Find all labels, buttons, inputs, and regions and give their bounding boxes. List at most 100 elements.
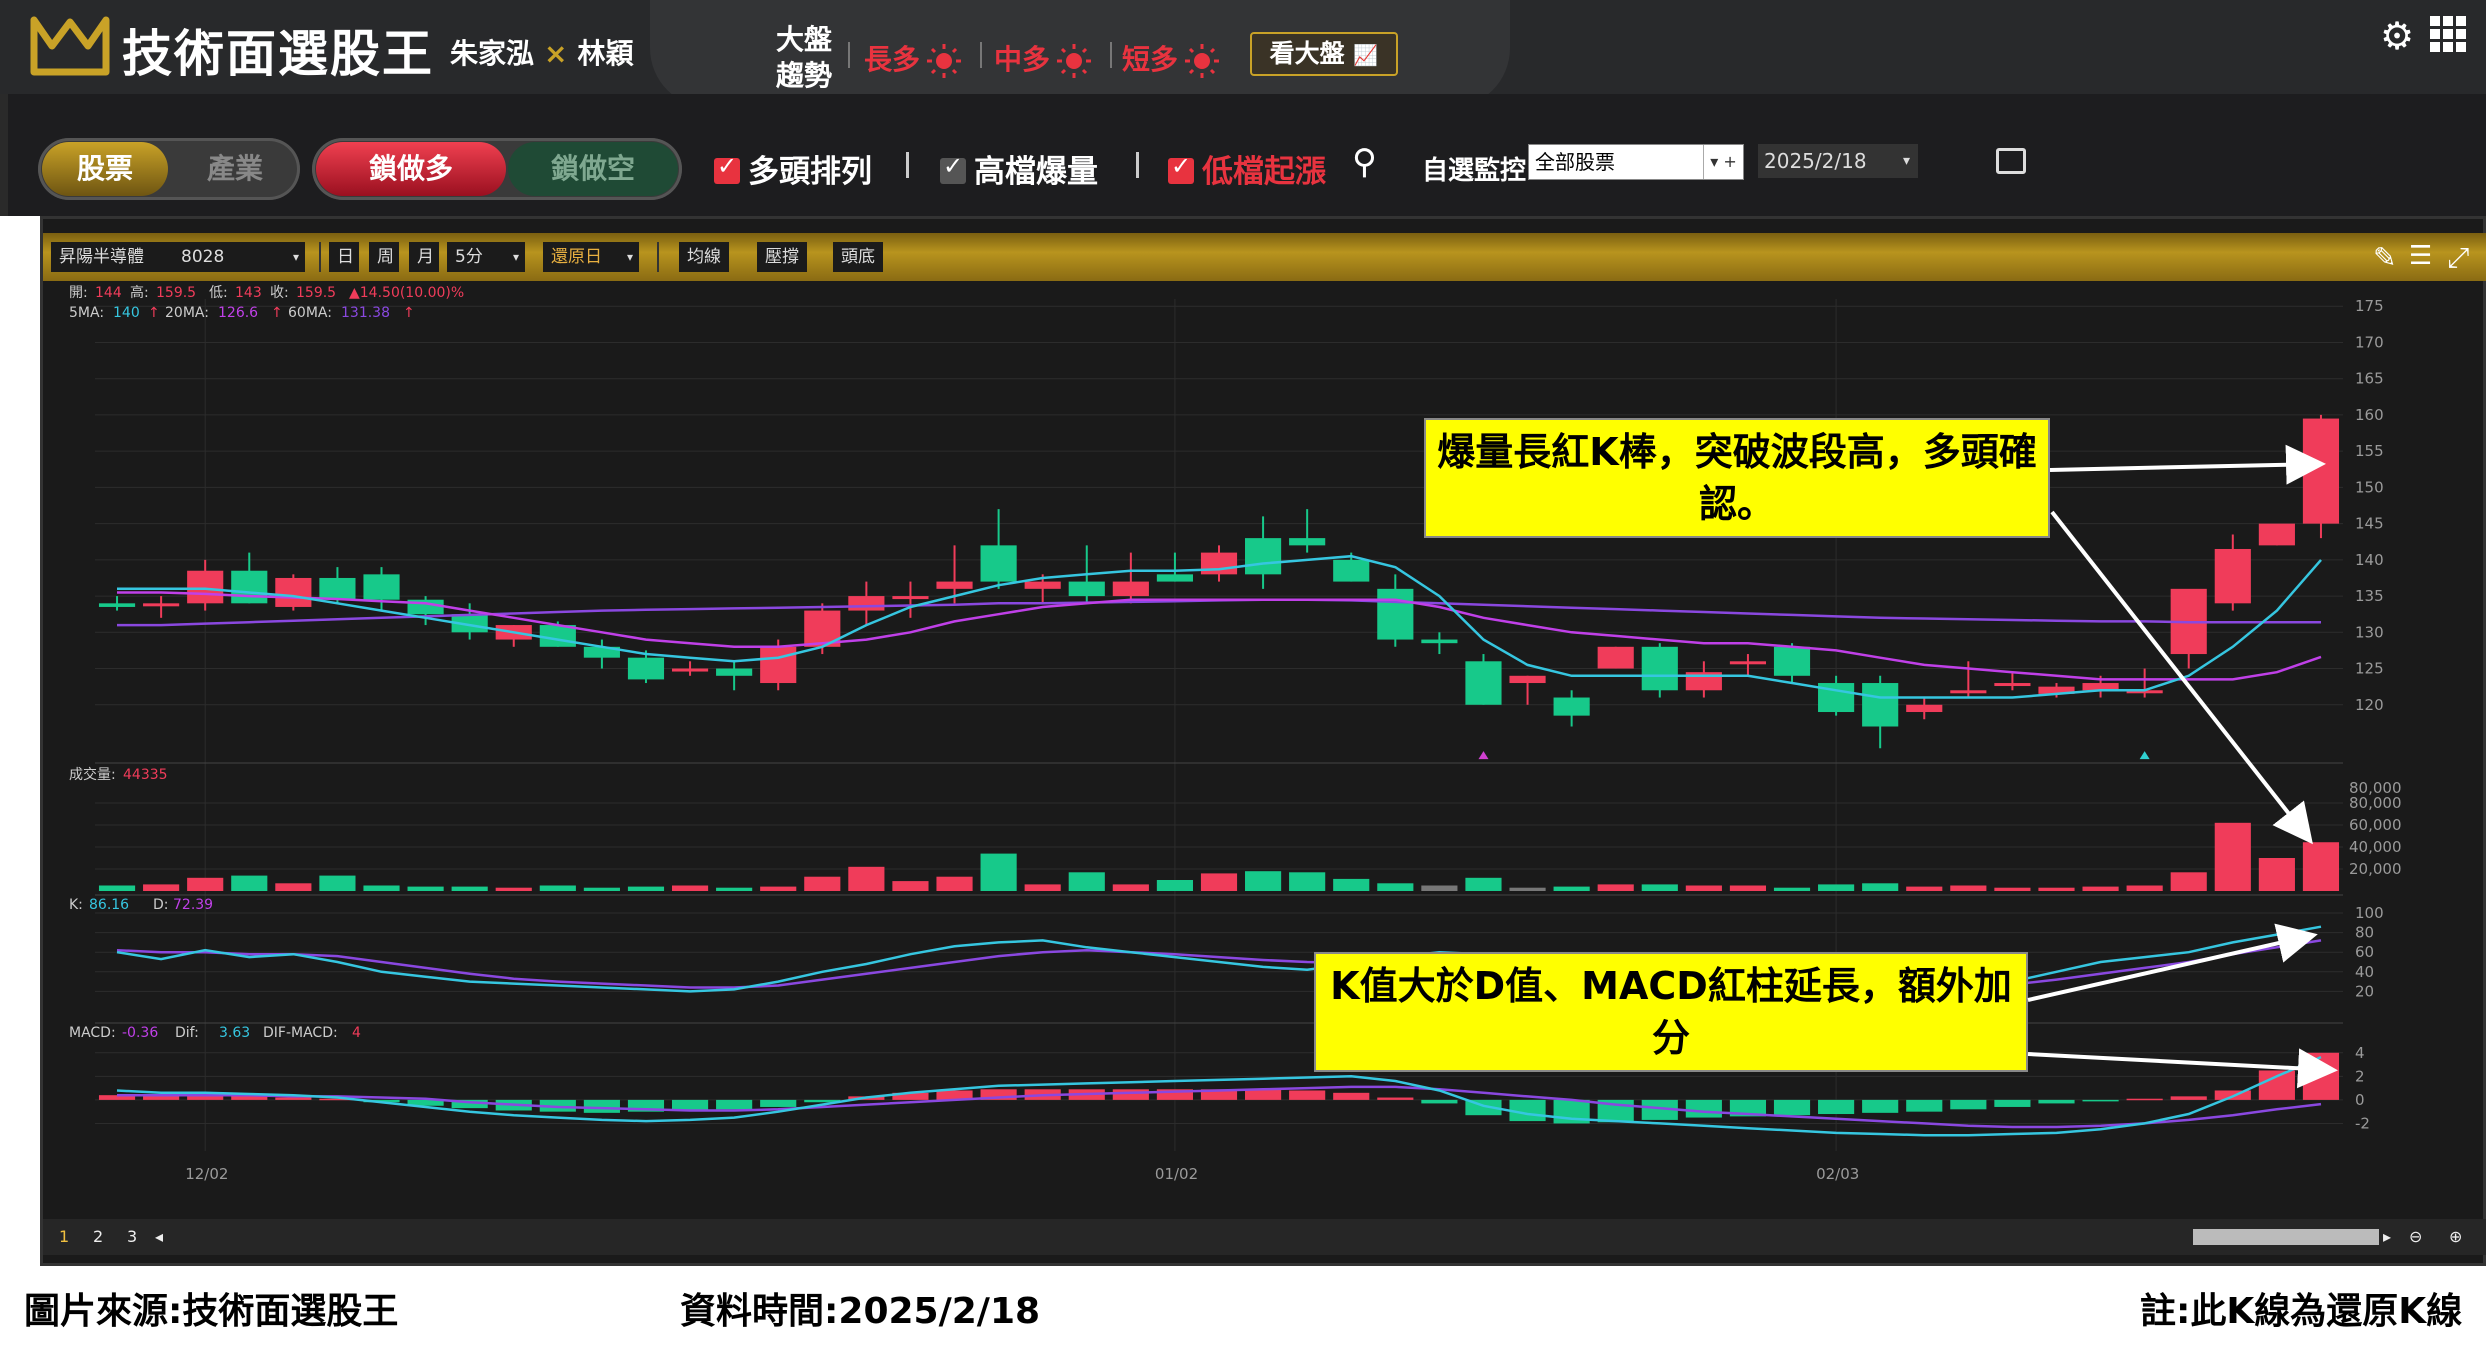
x-tick-label: 12/02 xyxy=(185,1165,228,1183)
kd-tick-label: 20 xyxy=(2355,982,2374,1000)
period-month[interactable]: 月 xyxy=(409,242,439,272)
macd-histogram-bar xyxy=(1685,1099,1722,1118)
scroll-left-icon[interactable]: ◂ xyxy=(155,1227,163,1246)
interval-select[interactable]: 5分 ▾ xyxy=(447,242,525,272)
segment-long[interactable]: 鎖做多 xyxy=(316,142,506,196)
volume-bar xyxy=(583,887,620,891)
candle-body xyxy=(1465,661,1502,705)
date-select[interactable]: 2025/2/18 ▾ xyxy=(1758,144,1918,178)
btn-moving-average[interactable]: 均線 xyxy=(679,242,729,272)
price-tick-label: 125 xyxy=(2355,660,2384,678)
scroll-thumb[interactable] xyxy=(2193,1229,2379,1245)
host-1: 朱家泓 xyxy=(450,37,535,70)
stock-select[interactable]: 昇陽半導體 8028 ▾ xyxy=(51,242,305,272)
period-week[interactable]: 周 xyxy=(369,242,399,272)
macd-tick-label: 4 xyxy=(2355,1044,2365,1062)
macd-histogram-bar xyxy=(1818,1099,1855,1115)
sun-icon xyxy=(927,44,962,78)
macd-histogram-bar xyxy=(275,1097,312,1100)
checkbox-icon[interactable] xyxy=(940,152,966,184)
filter-bullish-alignment[interactable]: 多頭排列 xyxy=(714,146,872,191)
macd-histogram-bar xyxy=(671,1099,709,1111)
view-market-button[interactable]: 看大盤 📈 xyxy=(1250,32,1398,76)
btn-pressure-support[interactable]: 壓撐 xyxy=(757,242,807,272)
volume-tick-label: 80,000 xyxy=(2349,779,2402,797)
macd-histogram-bar xyxy=(583,1099,620,1113)
dropdown-add-icon[interactable]: ▾ + xyxy=(1703,145,1743,179)
volume-bar xyxy=(451,886,488,891)
macd-histogram-bar xyxy=(1112,1089,1149,1100)
chevron-down-icon: ▾ xyxy=(626,250,633,264)
divider xyxy=(657,242,659,272)
macd-histogram-bar xyxy=(2170,1096,2207,1100)
ma-value: 5MA: xyxy=(69,305,104,321)
checkbox-icon[interactable] xyxy=(1168,152,1194,184)
apps-grid-icon[interactable] xyxy=(2430,16,2466,52)
ma-value: ↑ xyxy=(148,305,160,321)
volume-bar xyxy=(539,885,576,891)
page-3[interactable]: 3 xyxy=(127,1227,137,1246)
volume-bar xyxy=(1553,886,1590,891)
ma-value: 20MA: xyxy=(165,305,209,321)
chart-scrollbar[interactable]: 1 2 3 ◂ ▸ ⊖ ⊕ xyxy=(43,1219,2486,1255)
segment-short[interactable]: 鎖做空 xyxy=(508,142,678,196)
volume-bar xyxy=(2082,886,2119,891)
kd-label: K: xyxy=(69,897,83,913)
page-1[interactable]: 1 xyxy=(59,1227,69,1246)
trend-mid-label: 中多 xyxy=(994,43,1051,76)
monitor-value: 全部股票 xyxy=(1535,150,1615,174)
period-day[interactable]: 日 xyxy=(329,242,359,272)
interval-value: 5分 xyxy=(455,247,483,267)
volume-bar xyxy=(848,866,885,891)
volume-bar xyxy=(627,886,665,891)
expand-icon[interactable]: ⤢ xyxy=(2447,241,2469,275)
filter-high-volume[interactable]: 高檔爆量 xyxy=(940,146,1098,191)
volume-bar xyxy=(980,853,1017,891)
restore-select[interactable]: 還原日 ▾ xyxy=(543,242,639,272)
settings-sliders-icon[interactable]: ☰ xyxy=(2409,241,2432,271)
chart-panel: 昇陽半導體 8028 ▾ 日 周 月 5分 ▾ 還原日 ▾ 均線 壓撐 頭底 ✎ ☰ ⤢… xyxy=(40,216,2486,1266)
filter-low-rise[interactable]: 低檔起漲 xyxy=(1168,146,1326,191)
table-icon[interactable] xyxy=(1996,148,2026,174)
trend-short: 短多 xyxy=(1122,38,1220,79)
ohlc-value: ▲14.50(10.00)% xyxy=(349,285,464,301)
zoom-in-icon[interactable]: ⊕ xyxy=(2449,1227,2462,1246)
candle-body xyxy=(231,570,268,604)
volume-bar xyxy=(275,883,312,891)
candle-body xyxy=(1377,588,1414,640)
volume-tick-label: 20,000 xyxy=(2349,860,2402,878)
price-tick-label: 175 xyxy=(2355,297,2384,315)
kd-tick-label: 60 xyxy=(2355,943,2374,961)
volume-bar xyxy=(1685,885,1722,891)
checkbox-icon[interactable] xyxy=(714,152,740,184)
macd-histogram-bar xyxy=(1862,1099,1899,1113)
stock-chart[interactable]: 120 125 130 135 140 145 150 155 160 165 170 175 12/0… xyxy=(43,281,2483,1219)
volume-bar xyxy=(1641,884,1678,891)
search-icon[interactable]: ⚲ xyxy=(1352,142,1377,182)
segment-stock[interactable]: 股票 xyxy=(42,142,168,196)
annotation-breakout: 爆量長紅K棒，突破波段高，多頭確認。 xyxy=(1424,418,2050,538)
page-2[interactable]: 2 xyxy=(93,1227,103,1246)
macd-histogram-bar xyxy=(1333,1092,1370,1100)
volume-bar xyxy=(98,885,136,891)
filter-toolbar: 股票 產業 鎖做多 鎖做空 多頭排列 高檔爆量 低檔起漲 ⚲ 自選監控 全部股票… xyxy=(0,94,2486,216)
volume-bar xyxy=(187,877,224,891)
macd-value: -0.36 xyxy=(122,1025,158,1041)
ma-value: ↑ xyxy=(271,305,283,321)
k-value: 86.16 xyxy=(89,897,129,913)
zoom-out-icon[interactable]: ⊖ xyxy=(2409,1227,2422,1246)
candle-body xyxy=(980,545,1017,582)
gear-icon[interactable]: ⚙ xyxy=(2380,14,2414,58)
segment-industry[interactable]: 產業 xyxy=(174,142,296,196)
restore-value: 還原日 xyxy=(551,247,602,267)
macd-value: 3.63 xyxy=(219,1025,250,1041)
ma-value: 60MA: xyxy=(288,305,332,321)
volume-bar xyxy=(1818,884,1855,891)
volume-bar xyxy=(1950,885,1987,891)
monitor-select[interactable]: 全部股票 ▾ + xyxy=(1528,144,1744,180)
volume-bar xyxy=(1024,884,1061,891)
btn-head-bottom[interactable]: 頭底 xyxy=(833,242,883,272)
pencil-icon[interactable]: ✎ xyxy=(2373,241,2396,274)
crown-logo-icon xyxy=(30,16,110,76)
scroll-right-icon[interactable]: ▸ xyxy=(2383,1227,2391,1246)
